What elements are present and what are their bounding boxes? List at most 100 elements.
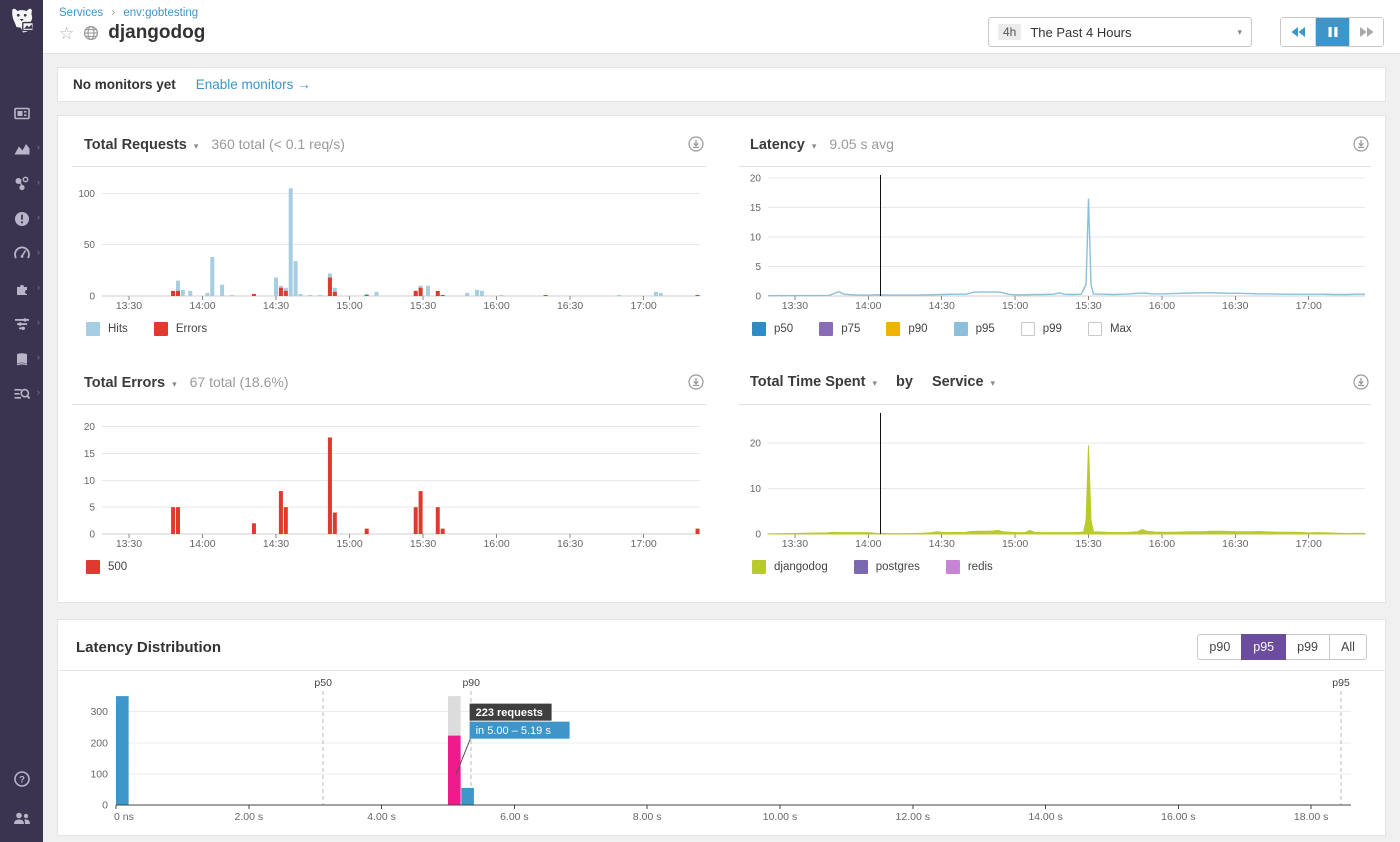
total-requests-subtitle: 360 total (< 0.1 req/s) bbox=[211, 136, 344, 152]
time-range-selector[interactable]: 4h The Past 4 Hours ▾ bbox=[988, 17, 1252, 47]
total-errors-module: Total Errors ▾ 67 total (18.6%) 05101520… bbox=[72, 370, 706, 574]
sidebar-item-infrastructure[interactable]: › bbox=[0, 175, 43, 193]
sidebar-item-events[interactable]: › bbox=[0, 210, 43, 228]
p95-button[interactable]: p95 bbox=[1241, 634, 1286, 660]
histogram-bar bbox=[116, 696, 129, 805]
legend-item-p99[interactable]: p99 bbox=[1021, 322, 1062, 336]
pause-button[interactable] bbox=[1315, 18, 1349, 46]
legend-item-p75[interactable]: p75 bbox=[819, 322, 860, 336]
svg-text:0: 0 bbox=[89, 530, 95, 541]
total-errors-chart[interactable]: 0510152013:3014:0014:3015:0015:3016:0016… bbox=[72, 409, 706, 551]
latency-distribution-panel: Latency Distribution p90 p95 p99 All 010… bbox=[57, 619, 1386, 836]
legend-item-postgres[interactable]: postgres bbox=[854, 560, 920, 574]
legend-item-p95[interactable]: p95 bbox=[954, 322, 995, 336]
total-time-spent-title[interactable]: Total Time Spent bbox=[750, 374, 865, 390]
svg-text:16:00: 16:00 bbox=[483, 538, 509, 550]
latency-title[interactable]: Latency bbox=[750, 137, 805, 153]
rewind-button[interactable] bbox=[1281, 18, 1315, 46]
svg-text:14:30: 14:30 bbox=[263, 538, 289, 550]
total-time-spent-chart[interactable]: 0102013:3014:0014:3015:0015:3016:0016:30… bbox=[738, 409, 1371, 551]
latency-distribution-chart[interactable]: 0100200300p50p90p950 ns2.00 s4.00 s6.00 … bbox=[72, 675, 1371, 825]
svg-text:13:30: 13:30 bbox=[782, 538, 808, 550]
users-icon[interactable] bbox=[12, 809, 32, 832]
svg-text:16:30: 16:30 bbox=[1222, 300, 1248, 312]
sidebar-footer: ? bbox=[0, 770, 43, 832]
p90-button[interactable]: p90 bbox=[1197, 634, 1242, 660]
legend-item-p50[interactable]: p50 bbox=[752, 322, 793, 336]
breadcrumb-services-link[interactable]: Services bbox=[59, 7, 103, 19]
svg-text:20: 20 bbox=[84, 422, 96, 433]
enable-monitors-link[interactable]: Enable monitors → bbox=[196, 77, 311, 92]
histogram-bar-highlight bbox=[448, 736, 461, 805]
forward-button[interactable] bbox=[1349, 18, 1383, 46]
sidebar-item-dashboards[interactable] bbox=[0, 105, 43, 123]
datadog-logo[interactable] bbox=[0, 0, 43, 43]
svg-text:15:30: 15:30 bbox=[1075, 538, 1101, 550]
svg-text:15:30: 15:30 bbox=[410, 300, 436, 312]
legend-item-p90[interactable]: p90 bbox=[886, 322, 927, 336]
total-errors-title[interactable]: Total Errors bbox=[84, 375, 165, 391]
latency-legend: p50 p75 p90 p95 p99 Max bbox=[738, 313, 1371, 336]
chevron-right-icon: › bbox=[37, 318, 40, 327]
sidebar-item-monitors[interactable]: › bbox=[0, 315, 43, 333]
svg-text:17:00: 17:00 bbox=[1296, 538, 1322, 550]
monitors-banner: No monitors yet Enable monitors → bbox=[57, 67, 1386, 102]
svg-text:17:00: 17:00 bbox=[1296, 300, 1322, 312]
chevron-down-icon: ▾ bbox=[172, 379, 177, 390]
sidebar-item-integrations[interactable]: › bbox=[0, 280, 43, 298]
svg-text:4.00 s: 4.00 s bbox=[367, 811, 396, 823]
pause-icon bbox=[1327, 26, 1339, 38]
svg-text:15:30: 15:30 bbox=[1075, 300, 1101, 312]
latency-distribution-title: Latency Distribution bbox=[76, 639, 221, 656]
legend-swatch bbox=[819, 322, 833, 336]
legend-swatch bbox=[886, 322, 900, 336]
svg-text:12.00 s: 12.00 s bbox=[896, 811, 930, 823]
sidebar-item-notebooks[interactable]: › bbox=[0, 350, 43, 368]
page-header: Services › env:gobtesting ☆ djangodog 4h… bbox=[43, 0, 1400, 54]
help-icon[interactable]: ? bbox=[13, 770, 31, 793]
svg-text:17:00: 17:00 bbox=[630, 300, 656, 312]
svg-text:20: 20 bbox=[750, 439, 762, 450]
chevron-right-icon: › bbox=[37, 178, 40, 187]
total-requests-Errors-bars bbox=[171, 278, 699, 296]
svg-text:14.00 s: 14.00 s bbox=[1028, 811, 1062, 823]
download-icon[interactable] bbox=[688, 374, 704, 395]
sidebar-item-metrics[interactable]: › bbox=[0, 140, 43, 158]
legend-swatch bbox=[1021, 322, 1035, 336]
legend-item-redis[interactable]: redis bbox=[946, 560, 993, 574]
svg-text:14:00: 14:00 bbox=[855, 300, 881, 312]
legend-label: 500 bbox=[108, 561, 127, 573]
sidebar-item-apm[interactable]: › bbox=[0, 245, 43, 263]
favorite-star-icon[interactable]: ☆ bbox=[59, 25, 74, 42]
total-requests-title[interactable]: Total Requests bbox=[84, 137, 187, 153]
total-requests-chart[interactable]: 05010013:3014:0014:3015:0015:3016:0016:3… bbox=[72, 171, 706, 313]
legend-label: p99 bbox=[1043, 323, 1062, 335]
group-by-selector[interactable]: Service bbox=[932, 374, 984, 390]
legend-item-djangodog[interactable]: djangodog bbox=[752, 560, 828, 574]
globe-icon[interactable] bbox=[83, 25, 99, 41]
histogram-bar bbox=[461, 788, 474, 805]
all-button[interactable]: All bbox=[1329, 634, 1367, 660]
svg-text:100: 100 bbox=[90, 768, 108, 780]
chevron-down-icon: ▾ bbox=[991, 378, 996, 389]
legend-item-500[interactable]: 500 bbox=[86, 560, 127, 574]
svg-text:14:30: 14:30 bbox=[263, 300, 289, 312]
chevron-down-icon: ▾ bbox=[812, 141, 817, 152]
download-icon[interactable] bbox=[1353, 136, 1369, 157]
breadcrumb-env-link[interactable]: env:gobtesting bbox=[123, 7, 198, 19]
p99-button[interactable]: p99 bbox=[1285, 634, 1330, 660]
legend-item-Hits[interactable]: Hits bbox=[86, 322, 128, 336]
legend-swatch bbox=[86, 560, 100, 574]
sidebar-item-trace-search[interactable]: › bbox=[0, 385, 43, 403]
svg-text:14:00: 14:00 bbox=[855, 538, 881, 550]
download-icon[interactable] bbox=[1353, 374, 1369, 395]
trace-search-icon bbox=[13, 385, 31, 403]
legend-label: p90 bbox=[908, 323, 927, 335]
download-icon[interactable] bbox=[688, 136, 704, 157]
latency-chart[interactable]: 0510152013:3014:0014:3015:0015:3016:0016… bbox=[738, 171, 1371, 313]
total-time-spent-module: Total Time Spent ▾ by Service ▾ 0102013:… bbox=[738, 370, 1371, 574]
legend-item-Max[interactable]: Max bbox=[1088, 322, 1132, 336]
svg-text:in 5.00 – 5.19 s: in 5.00 – 5.19 s bbox=[476, 725, 552, 737]
legend-item-Errors[interactable]: Errors bbox=[154, 322, 207, 336]
metrics-icon bbox=[13, 140, 31, 158]
